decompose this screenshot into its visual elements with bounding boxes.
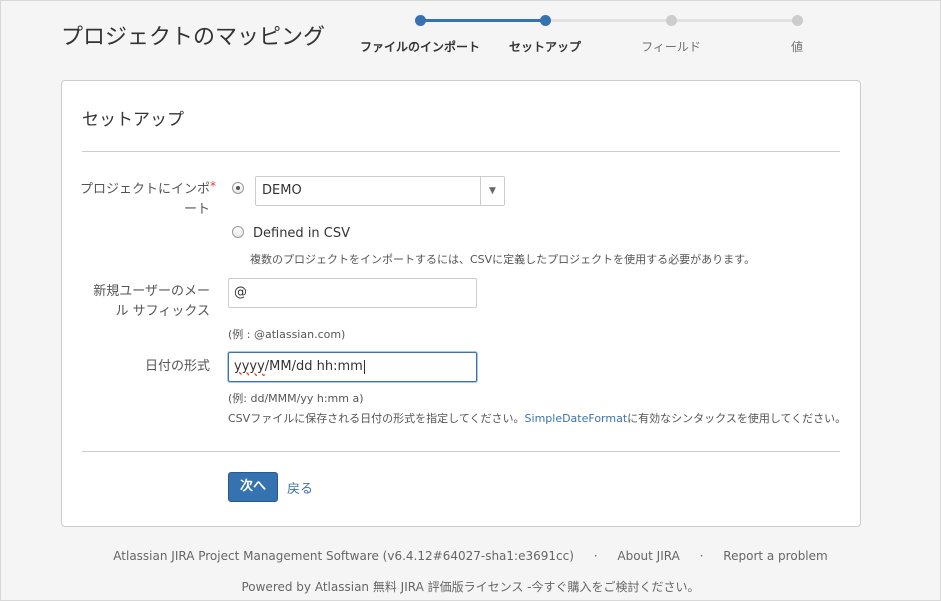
date-format-value: /MM/dd hh:mm xyxy=(264,359,363,374)
email-suffix-label: 新規ユーザーのメー ル サフィックス xyxy=(93,282,210,322)
simpledateformat-link[interactable]: SimpleDateFormat xyxy=(525,412,628,425)
tracker-dot-import xyxy=(415,15,426,26)
email-suffix-help: (例 : @atlassian.com) xyxy=(228,328,346,341)
required-marker: * xyxy=(210,179,216,193)
date-format-misspelled: yyyy xyxy=(234,359,265,374)
date-help-before: CSVファイルに保存される日付の形式を指定してください。 xyxy=(228,412,525,425)
tracker-step-setup: セットアップ xyxy=(508,40,582,54)
setup-panel: セットアップ プロジェクトにインポ * ート DEMO ▼ Defined in… xyxy=(61,80,861,527)
tracker-dot-values xyxy=(792,15,803,26)
project-label-line2: ート xyxy=(183,202,210,217)
email-suffix-input[interactable]: @ xyxy=(228,278,477,308)
back-link[interactable]: 戻る xyxy=(287,478,313,497)
project-select-value: DEMO xyxy=(262,183,302,198)
divider-top xyxy=(82,151,840,152)
progress-tracker: ファイルのインポート セットアップ フィールド 値 xyxy=(360,13,811,57)
tracker-dot-fields xyxy=(666,15,677,26)
footer-about-link[interactable]: About JIRA xyxy=(617,549,679,563)
text-caret xyxy=(363,359,365,374)
email-label-line1: 新規ユーザーのメー xyxy=(93,284,210,299)
chevron-down-icon[interactable]: ▼ xyxy=(480,177,504,205)
footer-powered: Powered by Atlassian 無料 JIRA 評価版ライセンス -今… xyxy=(241,580,700,594)
footer-separator: · xyxy=(593,549,598,563)
date-format-example: (例: dd/MMM/yy h:mm a) xyxy=(228,392,364,405)
tracker-step-import[interactable]: ファイルのインポート xyxy=(360,38,480,55)
tracker-dot-setup xyxy=(540,15,551,26)
project-csv-help: 複数のプロジェクトをインポートするには、CSVに定義したプロジェクトを使用する必… xyxy=(250,253,756,266)
date-help-after: に有効なシンタックスを使用してください。 xyxy=(627,412,847,425)
next-button[interactable]: 次へ xyxy=(228,472,278,502)
tracker-step-fields: フィールド xyxy=(641,40,701,54)
project-select[interactable]: DEMO ▼ xyxy=(255,176,505,206)
project-label: プロジェクトにインポ * ート xyxy=(79,179,216,220)
divider-bottom xyxy=(82,451,840,452)
page-title: プロジェクトのマッピング xyxy=(61,25,326,50)
footer-software: Atlassian JIRA Project Management Softwa… xyxy=(113,549,574,563)
email-label-line2: ル サフィックス xyxy=(115,304,210,319)
project-csv-label[interactable]: Defined in CSV xyxy=(253,226,350,241)
project-csv-radio[interactable] xyxy=(232,226,244,238)
project-label-line1: プロジェクトにインポ xyxy=(79,182,210,197)
footer-links: Atlassian JIRA Project Management Softwa… xyxy=(1,549,940,563)
footer-report-link[interactable]: Report a problem xyxy=(723,549,827,563)
date-format-help: CSVファイルに保存される日付の形式を指定してください。SimpleDateFo… xyxy=(228,410,846,426)
panel-title: セットアップ xyxy=(82,110,184,130)
date-format-label: 日付の形式 xyxy=(144,359,210,374)
footer-separator: · xyxy=(699,549,704,563)
date-format-input[interactable]: yyyy/MM/dd hh:mm xyxy=(228,352,477,382)
project-existing-radio[interactable] xyxy=(232,182,244,194)
tracker-line-progress xyxy=(420,19,546,22)
tracker-step-values: 値 xyxy=(790,40,804,54)
